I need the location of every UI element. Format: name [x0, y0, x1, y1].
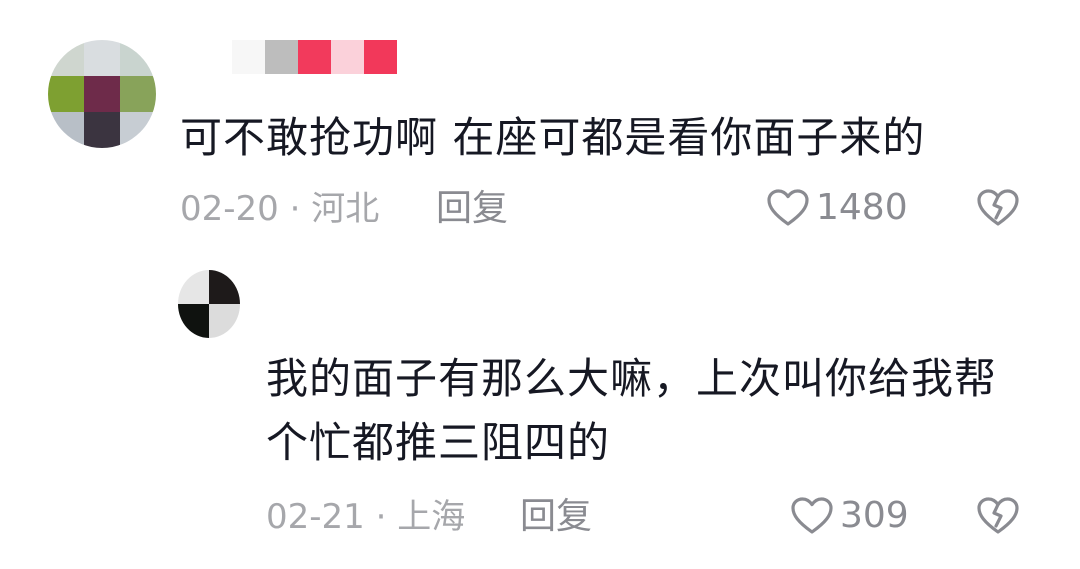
comment-location: 河北 [311, 189, 380, 229]
heart-outline-icon [767, 189, 809, 226]
reply-text-line-1: 我的面子有那么大嘛，上次叫你给我帮 [266, 354, 998, 403]
comment-date: 02-20 [180, 189, 279, 229]
reply-date: 02-21 [266, 497, 365, 537]
username-censored[interactable] [232, 40, 397, 74]
meta-separator: · [375, 497, 387, 537]
reply-button[interactable]: 回复 [436, 189, 508, 229]
comment-meta: 02-20 · 河北 [180, 189, 379, 229]
dislike-button[interactable] [976, 188, 1020, 232]
like-button[interactable]: 1480 [766, 188, 908, 228]
reply-meta: 02-21 · 上海 [266, 497, 465, 537]
like-count: 1480 [816, 187, 908, 228]
broken-heart-icon [977, 497, 1019, 534]
broken-heart-icon [977, 189, 1019, 226]
avatar[interactable] [48, 40, 156, 148]
like-button[interactable]: 309 [790, 496, 909, 536]
reply-text-line-2: 个忙都推三阻四的 [266, 418, 611, 467]
like-count: 309 [840, 495, 909, 536]
heart-outline-icon [791, 497, 833, 534]
reply-button[interactable]: 回复 [520, 497, 592, 537]
avatar[interactable] [178, 270, 240, 338]
reply-location: 上海 [397, 497, 466, 537]
meta-separator: · [289, 189, 301, 229]
comment-text: 可不敢抢功啊 在座可都是看你面子来的 [180, 113, 926, 162]
dislike-button[interactable] [976, 496, 1020, 540]
